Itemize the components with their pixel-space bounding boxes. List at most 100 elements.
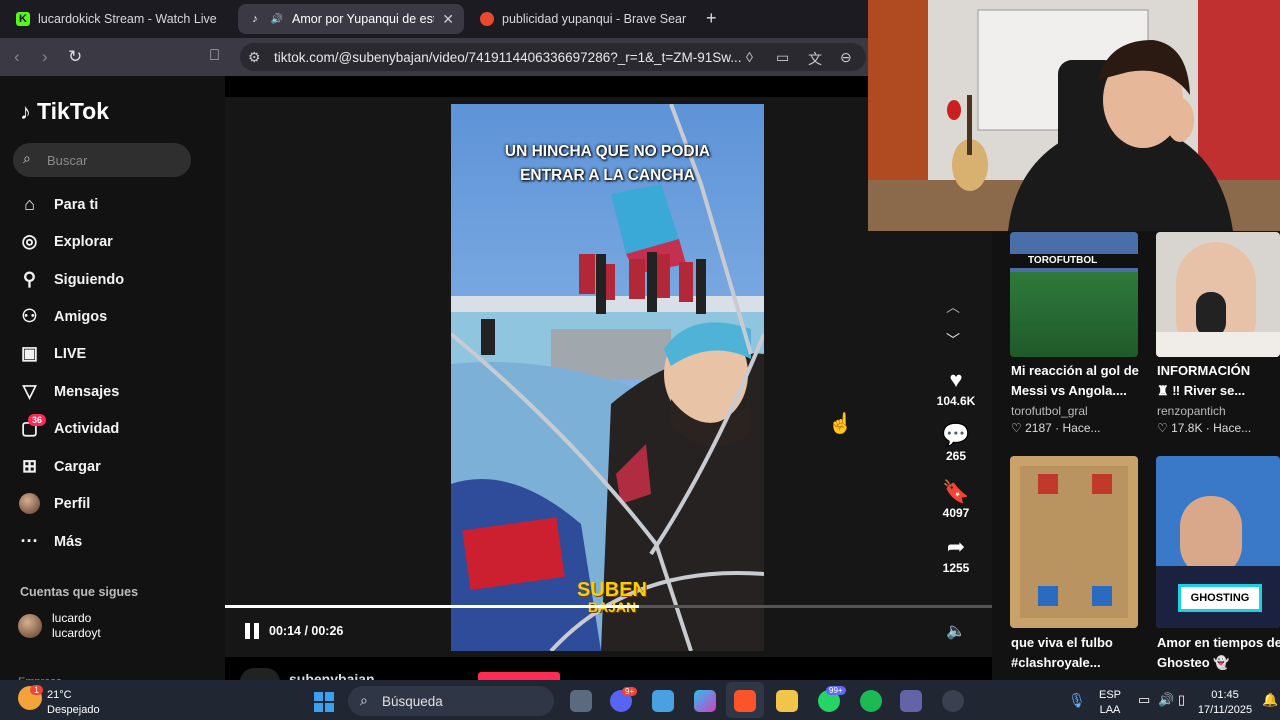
video-thumbnail[interactable] [1156, 232, 1280, 357]
friends-icon: ⚇ [21, 306, 38, 326]
following-accounts-title: Cuentas que sigues [20, 585, 139, 599]
video-progress-bar[interactable] [225, 605, 992, 608]
tab-tiktok[interactable]: ♪ 🔊 Amor por Yupanqui de este hincha ✕ [238, 4, 464, 34]
nav-label: Amigos [54, 308, 108, 325]
reload-icon[interactable]: ↻ [68, 47, 82, 67]
thumbnail-overlay: GHOSTING [1178, 584, 1262, 612]
save-button[interactable]: 🔖 4097 [930, 480, 982, 521]
tab-kick[interactable]: K lucardokick Stream - Watch Live on Kic… [6, 4, 228, 34]
site-settings-icon[interactable]: ⚙ [248, 49, 261, 66]
following-icon: ⚲ [22, 269, 37, 289]
account-handle: lucardoyt [52, 626, 101, 640]
nav-perfil[interactable]: Perfil [18, 492, 90, 515]
video-title[interactable]: INFORMACIÓN ♜ ‼ River se... [1157, 361, 1277, 401]
zoom-icon[interactable]: ⊖ [840, 49, 852, 66]
nav-label: LIVE [54, 345, 87, 362]
nav-amigos[interactable]: ⚇ Amigos [18, 305, 107, 328]
pause-icon[interactable] [244, 623, 260, 639]
tiktok-logo[interactable]: ♪ TikTok [20, 98, 109, 125]
mouse-cursor-icon: ☝ [828, 413, 853, 435]
file-explorer-icon[interactable] [776, 690, 798, 712]
windows-taskbar: 1 21°C Despejado ⌕ Búsqueda 9+ 99+ 🎙 ESP… [0, 680, 1280, 720]
video-watermark: SUBEN BAJAN [576, 579, 647, 615]
video-caption-line1: UN HINCHA QUE NO PODIA [504, 143, 711, 160]
search-input[interactable]: ⌕ Buscar [13, 143, 191, 177]
tiktok-icon: ♪ [20, 98, 31, 124]
webcam-scene [868, 0, 1280, 231]
volume-icon[interactable]: 🔊 [1158, 692, 1174, 708]
nav-siguiendo[interactable]: ⚲ Siguiendo [18, 268, 124, 291]
clock-date: 17/11/2025 [1197, 704, 1253, 716]
home-icon: ⌂ [24, 194, 35, 214]
microphone-icon[interactable]: 🎙 [1068, 692, 1086, 709]
task-view-icon[interactable] [570, 690, 592, 712]
video-title[interactable]: Mi reacción al gol de Messi vs Angola.... [1011, 361, 1151, 401]
browser-toolbar: ‹ › ↻ ⎕ tiktok.com/@subenybajan/video/74… [0, 38, 868, 76]
bookmark-icon[interactable]: ⎕ [210, 47, 219, 64]
tab-title: lucardokick Stream - Watch Live on Kick [38, 12, 218, 26]
translate-icon[interactable]: 文 [808, 49, 822, 69]
weather-badge: 1 [30, 685, 44, 695]
tab-brave-search[interactable]: publicidad yupanqui - Brave Search [470, 4, 696, 34]
chevron-up-icon[interactable]: ︿ [946, 297, 960, 317]
cast-icon[interactable]: ▭ [776, 49, 789, 66]
language-indicator[interactable]: ESP LAA [1096, 688, 1124, 718]
address-bar[interactable]: tiktok.com/@subenybajan/video/7419114406… [240, 43, 866, 71]
nav-mensajes[interactable]: ▽ Mensajes [18, 380, 120, 403]
notifications-icon[interactable]: 🔔 [1262, 692, 1278, 708]
video-user[interactable]: torofutbol_gral [1011, 404, 1088, 418]
account-name: lucardo [52, 611, 92, 625]
heart-icon: ♡ [1157, 421, 1168, 435]
chevron-down-icon[interactable]: ﹀ [946, 330, 960, 350]
back-icon[interactable]: ‹ [14, 47, 20, 67]
clock[interactable]: 01:45 17/11/2025 [1194, 688, 1256, 718]
volume-icon[interactable]: 🔈 [946, 621, 966, 641]
video-title[interactable]: Amor en tiempos de Ghosteo 👻 [1157, 633, 1280, 673]
brave-icon[interactable] [734, 690, 756, 712]
weather-widget[interactable]: 21°C Despejado [47, 688, 100, 718]
video-caption-line2: ENTRAR A LA CANCHA [520, 167, 695, 184]
nav-para-ti[interactable]: ⌂ Para ti [18, 193, 98, 216]
teams-icon[interactable] [900, 690, 922, 712]
network-icon[interactable]: ▭ [1138, 692, 1150, 708]
nav-explorar[interactable]: ◎ Explorar [18, 230, 113, 253]
nav-label: Actividad [54, 420, 120, 437]
copilot-icon[interactable] [694, 690, 716, 712]
obs-icon[interactable] [942, 690, 964, 712]
forward-icon[interactable]: › [42, 47, 48, 67]
tiktok-sidebar: ♪ TikTok ⌕ Buscar ⌂ Para ti ◎ Explorar ⚲ Si… [0, 76, 225, 688]
video-thumbnail[interactable] [1010, 456, 1138, 628]
mute-icon[interactable]: ◊ [746, 49, 753, 65]
comment-button[interactable]: 💬 265 [930, 423, 982, 464]
speaker-icon[interactable]: 🔊 [270, 12, 284, 26]
weather-desc: Despejado [47, 704, 100, 716]
like-button[interactable]: ♥ 104.6K [930, 367, 982, 409]
upload-icon: ⊞ [21, 456, 38, 476]
search-label: Búsqueda [382, 693, 443, 709]
video-thumbnail[interactable]: TOROFUTBOL [1010, 232, 1138, 357]
nav-cargar[interactable]: ⊞ Cargar [18, 455, 101, 478]
video-user[interactable]: renzopantich [1157, 404, 1226, 418]
nav-label: Explorar [54, 233, 113, 250]
logo-text: TikTok [37, 98, 109, 124]
heart-icon: ♥ [949, 367, 963, 392]
spotify-icon[interactable] [860, 690, 882, 712]
brave-icon [480, 12, 494, 26]
video-frame[interactable]: UN HINCHA QUE NO PODIA ENTRAR A LA CANCH… [451, 104, 764, 651]
new-tab-icon[interactable]: + [706, 8, 717, 29]
video-thumbnail[interactable]: GHOSTING [1156, 456, 1280, 628]
nav-label: Perfil [54, 495, 91, 512]
windows-start-icon[interactable] [314, 692, 334, 712]
close-tab-icon[interactable]: ✕ [442, 11, 454, 28]
app-icon[interactable] [652, 690, 674, 712]
share-button[interactable]: ➦ 1255 [930, 535, 982, 576]
followed-account[interactable]: lucardo lucardoyt [18, 611, 101, 641]
weather-temp: 21°C [47, 689, 72, 701]
taskbar-search[interactable]: ⌕ Búsqueda [348, 686, 554, 716]
nav-live[interactable]: ▣ LIVE [18, 342, 86, 365]
follow-button[interactable] [478, 672, 560, 680]
heart-icon: ♡ [1011, 421, 1022, 435]
video-title[interactable]: que viva el fulbo #clashroyale... [1011, 633, 1151, 673]
battery-icon[interactable]: ▯ [1178, 692, 1185, 708]
nav-mas[interactable]: ··· Más [18, 530, 83, 553]
